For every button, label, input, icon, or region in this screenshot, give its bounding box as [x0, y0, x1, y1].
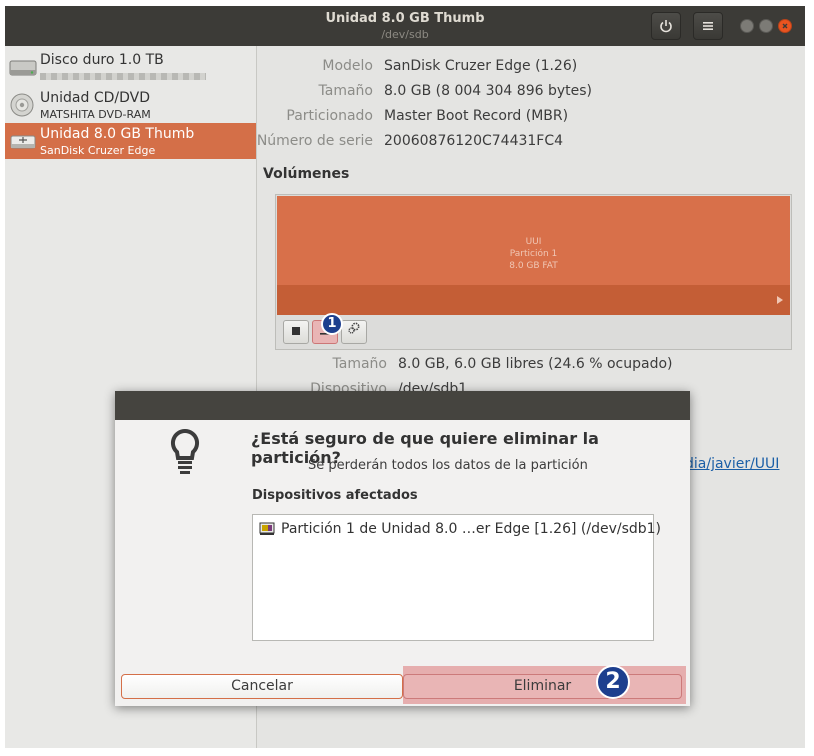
partitioning-value: Master Boot Record (MBR)	[384, 108, 569, 124]
affected-devices-heading: Dispositivos afectados	[252, 488, 418, 503]
size-label: Tamaño	[318, 83, 373, 99]
model-label: Modelo	[322, 58, 373, 74]
power-icon	[660, 20, 672, 33]
sidebar-item-label: Unidad 8.0 GB Thumb	[40, 126, 195, 142]
volume-map: UUI Partición 1 8.0 GB FAT	[275, 194, 792, 350]
hamburger-menu-icon	[703, 22, 713, 30]
hard-disk-icon	[9, 60, 37, 76]
delete-partition-dialog: ¿Está seguro de que quiere eliminar la p…	[115, 391, 690, 706]
usb-drive-icon	[10, 135, 36, 149]
serial-value: 20060876120C74431FC4	[384, 133, 564, 149]
window-title: Unidad 8.0 GB Thumb	[325, 11, 485, 26]
step-1-badge: 1	[321, 313, 343, 335]
step-2-badge: 2	[596, 665, 630, 699]
volume-size-value: 8.0 GB, 6.0 GB libres (24.6 % ocupado)	[398, 356, 673, 372]
optical-disc-icon	[10, 93, 34, 117]
volume-size-label: Tamaño	[332, 356, 387, 372]
volumes-heading: Volúmenes	[263, 166, 350, 182]
sidebar-item-sublabel: SanDisk Cruzer Edge	[40, 144, 156, 157]
menu-button[interactable]	[693, 12, 723, 40]
cancel-button[interactable]: Cancelar	[121, 674, 403, 699]
mount-point-link[interactable]: dia/javier/UUI	[685, 456, 779, 472]
close-icon	[782, 23, 788, 29]
partitioning-label: Particionado	[286, 108, 373, 124]
sidebar-item-label: Disco duro 1.0 TB	[40, 52, 164, 68]
sidebar-item-usb-thumb[interactable]: Unidad 8.0 GB Thumb SanDisk Cruzer Edge	[5, 123, 256, 159]
minimize-button[interactable]	[740, 19, 754, 33]
unmount-button[interactable]	[283, 320, 309, 344]
gears-icon	[348, 322, 360, 334]
stop-icon	[292, 327, 300, 335]
partition-block[interactable]: UUI Partición 1 8.0 GB FAT	[277, 196, 790, 285]
size-value: 8.0 GB (8 004 304 896 bytes)	[384, 83, 592, 99]
sidebar-item-label: Unidad CD/DVD	[40, 90, 150, 106]
power-off-button[interactable]	[651, 12, 681, 40]
partition-options-button[interactable]	[341, 320, 367, 344]
close-button[interactable]	[778, 19, 792, 33]
lightbulb-icon	[170, 428, 200, 474]
maximize-button[interactable]	[759, 19, 773, 33]
partition-icon	[259, 522, 275, 535]
sidebar-item-cd-dvd[interactable]: Unidad CD/DVD MATSHITA DVD-RAM	[5, 87, 256, 123]
partition-label: UUI	[525, 237, 542, 247]
partition-name: Partición 1	[509, 249, 558, 259]
serial-label: Número de serie	[256, 133, 373, 149]
partition-strip[interactable]	[277, 285, 790, 315]
play-arrow-icon	[777, 296, 783, 304]
dialog-titlebar	[115, 391, 690, 420]
redacted-serial	[40, 73, 206, 80]
affected-device-item: Partición 1 de Unidad 8.0 …er Edge [1.26…	[281, 521, 662, 537]
sidebar-item-hard-disk[interactable]: Disco duro 1.0 TB	[5, 49, 256, 85]
title-bar: Unidad 8.0 GB Thumb /dev/sdb	[5, 6, 805, 46]
affected-devices-list: Partición 1 de Unidad 8.0 …er Edge [1.26…	[252, 514, 661, 641]
model-value: SanDisk Cruzer Edge (1.26)	[384, 58, 578, 74]
partition-info: 8.0 GB FAT	[509, 261, 558, 271]
dialog-warning: Se perderán todos los datos de la partic…	[308, 458, 588, 473]
sidebar-item-sublabel: MATSHITA DVD-RAM	[40, 108, 151, 121]
delete-button[interactable]: Eliminar	[403, 674, 682, 699]
window-subtitle: /dev/sdb	[381, 28, 429, 41]
